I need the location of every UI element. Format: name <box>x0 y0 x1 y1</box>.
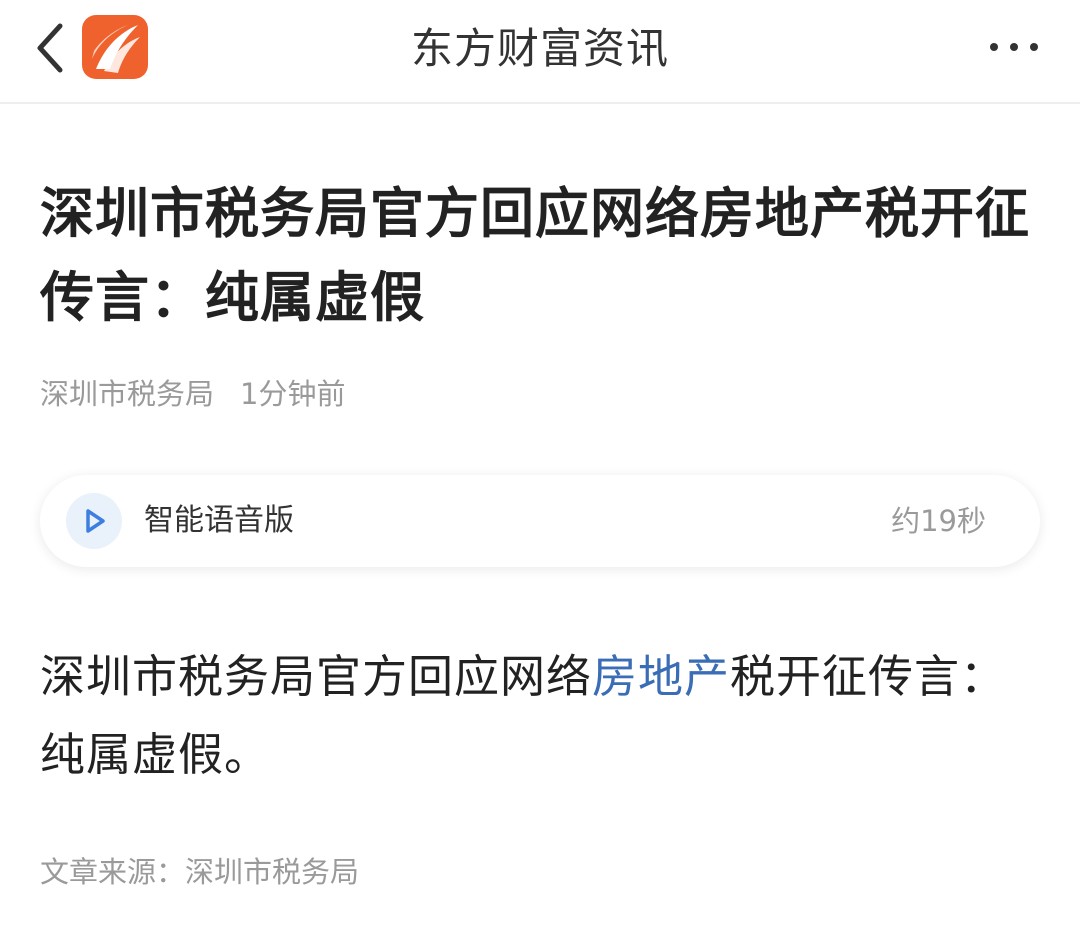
top-navigation-bar: 东方财富资讯 <box>0 0 1080 104</box>
more-horizontal-icon <box>990 43 998 51</box>
article-body: 深圳市税务局官方回应网络房地产税开征传言：纯属虚假。 <box>40 638 1050 794</box>
page-title: 东方财富资讯 <box>410 24 669 73</box>
body-text-start: 深圳市税务局官方回应网络 <box>40 650 593 703</box>
body-keyword-link[interactable]: 房地产 <box>592 650 730 703</box>
play-button[interactable] <box>66 493 122 549</box>
play-icon <box>86 509 105 533</box>
article-page: 东方财富资讯 深圳市税务局官方回应网络房地产税开征传言：纯属虚假 深圳市税务局 1… <box>0 0 1080 937</box>
publish-time: 1分钟前 <box>240 377 346 411</box>
article-author[interactable]: 深圳市税务局 <box>40 377 214 411</box>
article-meta: 深圳市税务局 1分钟前 <box>40 372 345 416</box>
audio-duration: 约19秒 <box>891 504 986 538</box>
article-source: 文章来源：深圳市税务局 <box>40 855 360 889</box>
article-headline: 深圳市税务局官方回应网络房地产税开征传言：纯属虚假 <box>40 182 1030 329</box>
more-options-button[interactable] <box>984 34 1044 60</box>
audio-label: 智能语音版 <box>144 503 294 538</box>
audio-player-card[interactable]: 智能语音版 约19秒 <box>40 475 1040 567</box>
